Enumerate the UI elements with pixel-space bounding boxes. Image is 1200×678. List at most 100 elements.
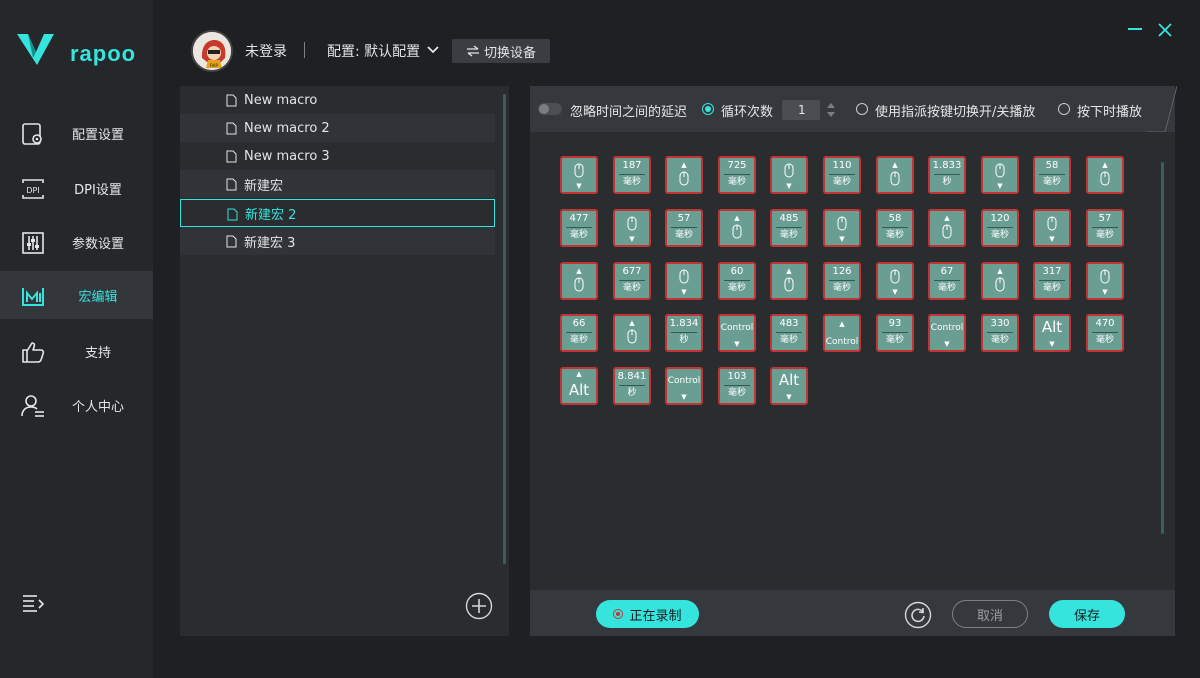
- action-tile-key-down[interactable]: ▼ Alt: [1033, 314, 1071, 352]
- action-tile-delay[interactable]: 8.841 秒: [613, 367, 651, 405]
- hold-mode-label: 按下时播放: [1077, 105, 1143, 120]
- action-tile-delay[interactable]: 1.833 秒: [928, 156, 966, 194]
- action-tile-mouse-down[interactable]: ▼: [823, 209, 861, 247]
- loop-count-input[interactable]: [782, 100, 820, 120]
- action-tile-delay[interactable]: 57 毫秒: [665, 209, 703, 247]
- action-tile-mouse-up[interactable]: ▲: [770, 262, 808, 300]
- action-tile-mouse-up[interactable]: ▲: [876, 156, 914, 194]
- action-tile-delay[interactable]: 60 毫秒: [718, 262, 756, 300]
- macro-list-item[interactable]: 新建宏: [180, 170, 495, 198]
- hold-mode-radio[interactable]: [1058, 103, 1070, 115]
- macro-list-item[interactable]: 新建宏 3: [180, 227, 495, 255]
- action-tile-delay[interactable]: 477 毫秒: [560, 209, 598, 247]
- loop-count-stepper[interactable]: [826, 100, 836, 120]
- action-tile-delay[interactable]: 66 毫秒: [560, 314, 598, 352]
- macro-icon: [22, 288, 44, 306]
- action-tile-delay[interactable]: 330 毫秒: [981, 314, 1019, 352]
- arrow-down-icon: ▼: [997, 182, 1003, 190]
- sidebar-item-config[interactable]: 配置设置: [0, 109, 153, 157]
- toggle-mode-label: 使用指派按键切换开/关播放: [875, 105, 1036, 120]
- refresh-icon[interactable]: [904, 601, 932, 629]
- loop-count-radio[interactable]: [702, 103, 714, 115]
- macro-list-item[interactable]: New macro: [180, 86, 495, 114]
- action-tile-mouse-down[interactable]: ▼: [1086, 262, 1124, 300]
- toggle-mode-radio[interactable]: [856, 103, 868, 115]
- action-tile-delay[interactable]: 677 毫秒: [613, 262, 651, 300]
- login-status[interactable]: 未登录: [245, 41, 287, 61]
- action-tile-mouse-down[interactable]: ▼: [665, 262, 703, 300]
- action-tile-mouse-down[interactable]: ▼: [1033, 209, 1071, 247]
- add-macro-icon[interactable]: [465, 592, 493, 620]
- action-tile-delay[interactable]: 470 毫秒: [1086, 314, 1124, 352]
- action-tile-delay[interactable]: 317 毫秒: [1033, 262, 1071, 300]
- profile-selector[interactable]: 配置: 默认配置: [327, 41, 420, 61]
- action-tile-delay[interactable]: 725 毫秒: [718, 156, 756, 194]
- action-tile-delay[interactable]: 58 毫秒: [876, 209, 914, 247]
- action-tile-mouse-up[interactable]: ▲: [1086, 156, 1124, 194]
- action-tile-mouse-up[interactable]: ▲: [560, 262, 598, 300]
- chevron-down-icon[interactable]: [425, 42, 441, 58]
- sidebar-item-profile[interactable]: 个人中心: [0, 381, 153, 429]
- action-tile-delay[interactable]: 103 毫秒: [718, 367, 756, 405]
- action-tile-delay[interactable]: 485 毫秒: [770, 209, 808, 247]
- recording-button[interactable]: 正在录制: [596, 600, 699, 628]
- action-tile-delay[interactable]: 126 毫秒: [823, 262, 861, 300]
- close-icon[interactable]: [1157, 22, 1173, 38]
- mouse-icon: [1100, 171, 1110, 186]
- action-tile-key-down[interactable]: Control ▼: [718, 314, 756, 352]
- delay-value: 8.841: [617, 371, 647, 382]
- arrow-up-icon: ▲: [997, 267, 1003, 275]
- action-tile-delay[interactable]: 1.834 秒: [665, 314, 703, 352]
- cancel-button[interactable]: 取消: [952, 600, 1028, 628]
- action-tile-mouse-up[interactable]: ▲: [613, 314, 651, 352]
- action-tile-delay[interactable]: 57 毫秒: [1086, 209, 1124, 247]
- sidebar-item-support[interactable]: 支持: [0, 327, 153, 375]
- sidebar-collapse-icon[interactable]: [21, 592, 47, 616]
- action-tile-mouse-up[interactable]: ▲: [928, 209, 966, 247]
- macro-editor-panel: 忽略时间之间的延迟 循环次数 使用指派按键切换开/关播放 按下时播放 ▼ 187 毫…: [530, 86, 1177, 636]
- action-tile-delay[interactable]: 187 毫秒: [613, 156, 651, 194]
- avatar-image: RAP: [193, 32, 231, 70]
- tile-divider: [934, 280, 960, 281]
- action-tile-delay[interactable]: 58 毫秒: [1033, 156, 1071, 194]
- key-name: Control: [720, 323, 754, 333]
- macro-list-item-selected[interactable]: 新建宏 2: [180, 199, 495, 227]
- action-tile-mouse-down[interactable]: ▼: [981, 156, 1019, 194]
- save-button[interactable]: 保存: [1049, 600, 1125, 628]
- avatar[interactable]: RAP: [191, 30, 233, 72]
- macro-list-item[interactable]: New macro 2: [180, 114, 495, 142]
- macro-name: New macro: [244, 92, 318, 108]
- action-tile-mouse-up[interactable]: ▲: [665, 156, 703, 194]
- action-tile-delay[interactable]: 120 毫秒: [981, 209, 1019, 247]
- action-tile-key-down[interactable]: Control ▼: [665, 367, 703, 405]
- mouse-icon: [679, 269, 689, 284]
- delay-unit: 毫秒: [779, 230, 798, 240]
- action-tile-delay[interactable]: 110 毫秒: [823, 156, 861, 194]
- tile-divider: [566, 332, 592, 333]
- dpi-icon: DPI: [22, 179, 44, 199]
- tile-divider: [619, 174, 645, 175]
- action-tile-key-up[interactable]: ▲ Alt: [560, 367, 598, 405]
- sidebar-item-dpi[interactable]: DPI DPI设置: [0, 164, 153, 212]
- delay-value: 1.834: [669, 318, 699, 329]
- action-tile-delay[interactable]: 93 毫秒: [876, 314, 914, 352]
- sidebar-item-params[interactable]: 参数设置: [0, 218, 153, 266]
- switch-device-button[interactable]: 切换设备: [452, 39, 550, 63]
- action-tile-delay[interactable]: 483 毫秒: [770, 314, 808, 352]
- action-tile-mouse-up[interactable]: ▲: [718, 209, 756, 247]
- action-tile-mouse-up[interactable]: ▲: [981, 262, 1019, 300]
- sidebar-item-macro[interactable]: 宏编辑: [0, 271, 153, 319]
- action-tile-mouse-down[interactable]: ▼: [613, 209, 651, 247]
- action-tile-mouse-down[interactable]: ▼: [770, 156, 808, 194]
- action-tile-mouse-down[interactable]: ▼: [560, 156, 598, 194]
- editor-scrollbar[interactable]: [1161, 162, 1164, 534]
- action-tile-key-down[interactable]: Control ▼: [928, 314, 966, 352]
- action-tile-key-up[interactable]: ▲ Control: [823, 314, 861, 352]
- minimize-button[interactable]: [1128, 28, 1142, 30]
- action-tile-key-down[interactable]: ▼ Alt: [770, 367, 808, 405]
- macro-list-item[interactable]: New macro 3: [180, 142, 495, 170]
- action-tile-delay[interactable]: 67 毫秒: [928, 262, 966, 300]
- action-tile-mouse-down[interactable]: ▼: [876, 262, 914, 300]
- list-scrollbar[interactable]: [503, 94, 506, 564]
- ignore-delay-toggle[interactable]: [538, 103, 562, 115]
